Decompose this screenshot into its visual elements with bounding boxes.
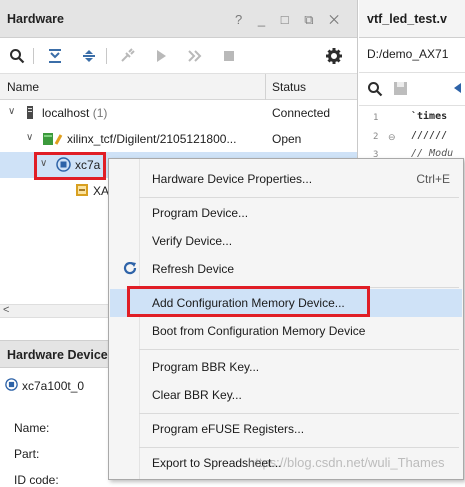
menu-item-add-config-memory[interactable]: Add Configuration Memory Device...: [110, 289, 462, 317]
tree-label: xc7a: [75, 158, 101, 172]
menu-item-boot-config-memory[interactable]: Boot from Configuration Memory Device: [110, 317, 462, 345]
window-controls[interactable]: ? _ □ ⧉ ✕: [235, 12, 345, 28]
hardware-panel-title: Hardware: [7, 12, 64, 26]
menu-item-verify-device[interactable]: Verify Device...: [110, 227, 462, 255]
column-status[interactable]: Status: [272, 80, 306, 94]
chevron-down-icon[interactable]: ∨: [26, 132, 33, 143]
editor-tab-title: vtf_led_test.v: [367, 12, 447, 26]
menu-item-program-device[interactable]: Program Device...: [110, 199, 462, 227]
editor-toolbar: [359, 72, 465, 106]
menu-item-refresh-device[interactable]: Refresh Device: [110, 255, 462, 283]
line-number: 2: [373, 132, 379, 142]
collapse-all-icon[interactable]: [44, 45, 66, 67]
auto-connect-icon[interactable]: [116, 45, 138, 67]
hardware-panel-header: Hardware ? _ □ ⧉ ✕: [0, 0, 357, 38]
editor-tab[interactable]: vtf_led_test.v: [359, 0, 465, 38]
run-all-icon[interactable]: [184, 45, 206, 67]
expand-all-icon[interactable]: [78, 45, 100, 67]
search-icon[interactable]: [6, 45, 28, 67]
jtag-target-icon: [42, 131, 64, 150]
prop-idcode-label: ID code:: [14, 473, 59, 487]
tree-status: Open: [272, 132, 302, 146]
server-icon: [25, 105, 35, 123]
tree-row-target[interactable]: ∨ xilinx_tcf/Digilent/2105121800... Open: [0, 126, 357, 152]
editor-file-path: D:/demo_AX71: [367, 47, 449, 61]
tree-row-localhost[interactable]: ∨ localhost (1) Connected: [0, 100, 357, 126]
chip-icon: [56, 157, 71, 175]
shortcut-label: Ctrl+E: [416, 172, 450, 186]
watermark-text: https://blog.csdn.net/wuli_Thames: [248, 455, 445, 470]
undo-icon[interactable]: [451, 81, 463, 98]
fold-icon[interactable]: ⊖: [388, 132, 396, 143]
code-line: //////: [411, 130, 448, 141]
tree-status: Connected: [272, 106, 331, 120]
save-icon[interactable]: [393, 81, 408, 99]
code-line: `times: [411, 111, 448, 122]
chevron-down-icon[interactable]: ∨: [8, 106, 15, 117]
menu-item-program-efuse[interactable]: Program eFUSE Registers...: [110, 415, 462, 443]
prop-part-label: Part:: [14, 447, 40, 461]
run-icon[interactable]: [150, 45, 172, 67]
column-name[interactable]: Name: [7, 80, 39, 94]
chevron-down-icon[interactable]: ∨: [40, 158, 47, 169]
gear-icon[interactable]: [323, 45, 345, 67]
tree-column-header: Name Status: [0, 74, 357, 100]
chip-icon: [5, 378, 18, 394]
stop-icon[interactable]: [218, 45, 240, 67]
menu-item-clear-bbr-key[interactable]: Clear BBR Key...: [110, 381, 462, 409]
tree-label: xilinx_tcf/Digilent/2105121800...: [67, 132, 237, 146]
prop-name-label: Name:: [14, 421, 50, 435]
device-name: xc7a100t_0: [22, 379, 85, 393]
xadc-icon: [75, 183, 89, 200]
tree-label: localhost (1): [42, 106, 108, 120]
menu-item-device-properties[interactable]: Hardware Device Properties... Ctrl+E: [110, 165, 462, 193]
search-icon[interactable]: [367, 81, 383, 100]
line-number: 1: [373, 113, 379, 123]
refresh-icon: [122, 260, 138, 279]
hardware-device-panel-title: Hardware Device: [7, 348, 108, 362]
context-menu: Hardware Device Properties... Ctrl+E Pro…: [108, 158, 464, 480]
hardware-toolbar: [0, 38, 357, 74]
scroll-left-icon[interactable]: <: [3, 304, 9, 316]
menu-item-program-bbr-key[interactable]: Program BBR Key...: [110, 353, 462, 381]
tree-label: XA: [93, 184, 110, 198]
